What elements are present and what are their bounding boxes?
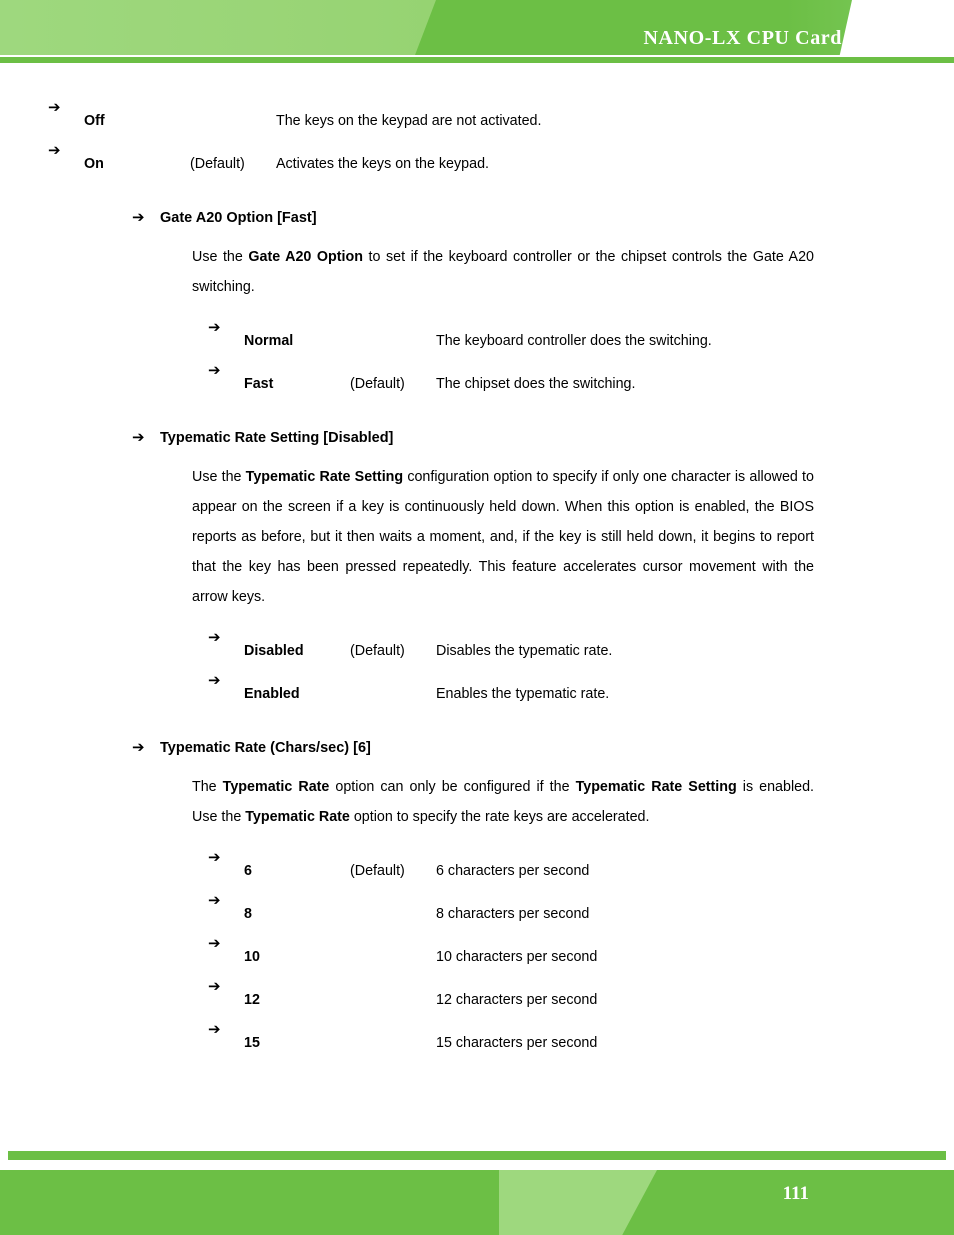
option-default-tag: (Default) — [350, 863, 405, 879]
option-name: Fast — [244, 376, 274, 392]
section-heading-text: Gate A20 Option [Fast] — [160, 210, 317, 226]
option-description: Disables the typematic rate. — [436, 643, 613, 659]
option-name: 15 — [244, 1035, 260, 1051]
option-name: 12 — [244, 992, 260, 1008]
option-name: On — [84, 156, 104, 172]
option-row: ➔ 8 8 characters per second — [208, 889, 954, 932]
option-description: The keyboard controller does the switchi… — [436, 333, 712, 349]
arrow-bullet-icon: ➔ — [208, 977, 221, 995]
option-row: ➔ Off The keys on the keypad are not activ… — [48, 96, 954, 139]
page-number: 111 — [782, 1183, 809, 1204]
option-description: 10 characters per second — [436, 949, 598, 965]
footer-rule — [8, 1151, 946, 1160]
option-description: 15 characters per second — [436, 1035, 598, 1051]
footer-band — [0, 1170, 954, 1235]
option-row: ➔ Disabled (Default) Disables the typematic… — [208, 626, 954, 669]
arrow-bullet-icon: ➔ — [208, 1020, 221, 1038]
option-description: 12 characters per second — [436, 992, 598, 1008]
option-default-tag: (Default) — [350, 376, 405, 392]
arrow-bullet-icon: ➔ — [208, 934, 221, 952]
option-name: Disabled — [244, 643, 304, 659]
arrow-bullet-icon: ➔ — [208, 671, 221, 689]
option-description: Enables the typematic rate. — [436, 686, 610, 702]
option-name: Normal — [244, 333, 294, 349]
option-name: Off — [84, 113, 105, 129]
option-default-tag: (Default) — [350, 643, 405, 659]
header-band-light — [0, 0, 440, 55]
option-row: ➔ Normal The keyboard controller does the … — [208, 316, 954, 359]
option-name: 10 — [244, 949, 260, 965]
section-heading-text: Typematic Rate Setting [Disabled] — [160, 430, 394, 446]
option-name: Enabled — [244, 686, 300, 702]
option-row: ➔ 12 12 characters per second — [208, 975, 954, 1018]
option-list: ➔ Normal The keyboard controller does the … — [208, 316, 954, 402]
header-title: NANO-LX CPU Card — [643, 27, 842, 49]
option-row: ➔ 6 (Default) 6 characters per second — [208, 846, 954, 889]
option-name: 6 — [244, 863, 252, 879]
arrow-bullet-icon: ➔ — [48, 141, 61, 159]
arrow-bullet-icon: ➔ — [132, 738, 145, 756]
option-row: ➔ 15 15 characters per second — [208, 1018, 954, 1061]
option-row: ➔ 10 10 characters per second — [208, 932, 954, 975]
document-section: ➔ Gate A20 Option [Fast] Use the Gate A20 … — [0, 208, 954, 428]
option-description: 8 characters per second — [436, 906, 590, 922]
arrow-bullet-icon: ➔ — [132, 428, 145, 446]
arrow-bullet-icon: ➔ — [208, 361, 221, 379]
option-row: ➔ Fast (Default) The chipset does the switc… — [208, 359, 954, 402]
option-row: ➔ On (Default) Activates the keys on the ke… — [48, 139, 954, 182]
section-heading: ➔ Typematic Rate (Chars/sec) [6] — [132, 738, 954, 758]
section-container: ➔ Gate A20 Option [Fast] Use the Gate A20 … — [0, 208, 954, 1087]
option-default-tag: (Default) — [190, 156, 245, 172]
option-name: 8 — [244, 906, 252, 922]
document-section: ➔ Typematic Rate (Chars/sec) [6] The Typem… — [0, 738, 954, 1087]
arrow-bullet-icon: ➔ — [208, 628, 221, 646]
document-section: ➔ Typematic Rate Setting [Disabled] Use th… — [0, 428, 954, 738]
arrow-bullet-icon: ➔ — [48, 98, 61, 116]
page-header: NANO-LX CPU Card — [0, 0, 954, 63]
arrow-bullet-icon: ➔ — [132, 208, 145, 226]
section-paragraph: The Typematic Rate option can only be co… — [192, 779, 815, 825]
page-footer: 111 — [0, 1143, 954, 1235]
section-heading: ➔ Gate A20 Option [Fast] — [132, 208, 954, 228]
option-list-keypad: ➔ Off The keys on the keypad are not activ… — [48, 96, 954, 182]
option-description: Activates the keys on the keypad. — [276, 156, 489, 172]
option-description: The keys on the keypad are not activated… — [276, 113, 542, 129]
arrow-bullet-icon: ➔ — [208, 318, 221, 336]
option-list: ➔ 6 (Default) 6 characters per second ➔ 8 8 ch… — [208, 846, 954, 1061]
option-row: ➔ Enabled Enables the typematic rate. — [208, 669, 954, 712]
section-paragraph: Use the Gate A20 Option to set if the ke… — [192, 249, 814, 295]
section-paragraph: Use the Typematic Rate Setting configura… — [192, 469, 814, 605]
section-heading-text: Typematic Rate (Chars/sec) [6] — [160, 740, 371, 756]
document-content: ➔ Off The keys on the keypad are not activ… — [0, 62, 954, 1087]
option-description: The chipset does the switching. — [436, 376, 636, 392]
arrow-bullet-icon: ➔ — [208, 848, 221, 866]
arrow-bullet-icon: ➔ — [208, 891, 221, 909]
option-list: ➔ Disabled (Default) Disables the typematic… — [208, 626, 954, 712]
option-description: 6 characters per second — [436, 863, 590, 879]
section-heading: ➔ Typematic Rate Setting [Disabled] — [132, 428, 954, 448]
